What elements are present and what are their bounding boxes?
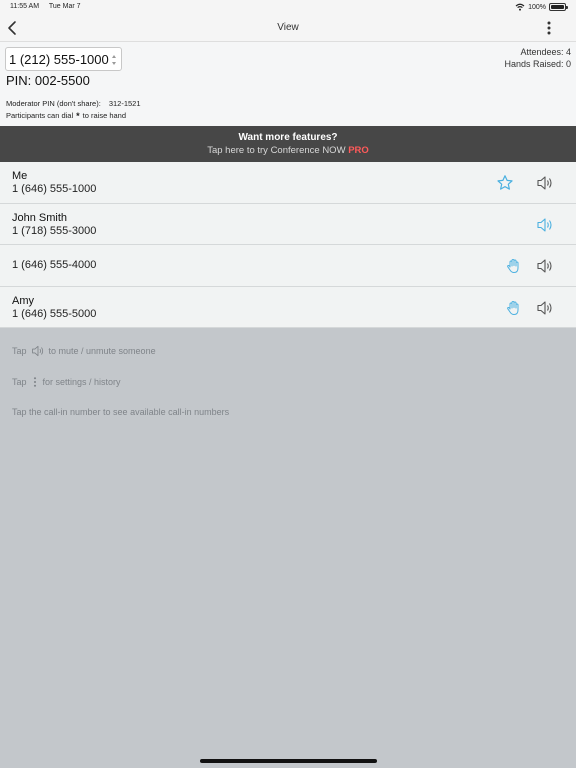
- banner-subtitle-line: Tap here to try Conference NOW PRO: [0, 145, 576, 156]
- dial-in-number: 1 (212) 555-1000: [9, 51, 109, 67]
- hint-mute-pre: Tap: [12, 346, 27, 356]
- hint-settings: Tap for settings / history: [12, 376, 121, 388]
- hint-settings-pre: Tap: [12, 377, 27, 387]
- hint-settings-post: for settings / history: [42, 377, 121, 387]
- more-vertical-icon[interactable]: [546, 20, 552, 36]
- hint-mute: Tap to mute / unmute someone: [12, 344, 156, 358]
- hands-raised-count: Hands Raised: 0: [504, 59, 571, 69]
- participant-phone: 1 (646) 555-1000: [12, 183, 97, 195]
- raise-hand-icon: [507, 259, 519, 273]
- star-icon[interactable]: [496, 174, 514, 192]
- hint-mute-post: to mute / unmute someone: [48, 346, 156, 356]
- status-time: 11:55 AM: [10, 3, 40, 10]
- participant-phone: 1 (646) 555-4000: [12, 259, 97, 271]
- hint-callin: Tap the call-in number to see available …: [12, 407, 229, 417]
- star-key: *: [76, 111, 80, 121]
- attendees-count: Attendees: 4: [520, 47, 571, 57]
- speaker-icon[interactable]: [536, 299, 554, 317]
- hint-callin-text: Tap the call-in number to see available …: [12, 407, 230, 417]
- raise-hand-icon: [507, 300, 519, 315]
- home-indicator: [200, 759, 377, 763]
- promo-banner[interactable]: Want more features? Tap here to try Conf…: [0, 126, 576, 162]
- participant-row[interactable]: Me 1 (646) 555-1000: [0, 162, 576, 204]
- participant-name: John Smith: [12, 211, 68, 224]
- nav-bar: View: [0, 14, 576, 42]
- battery-icon: [549, 3, 568, 11]
- wifi-icon: [515, 3, 525, 11]
- participant-row[interactable]: Amy 1 (646) 555-5000: [0, 286, 576, 328]
- raise-hand-pre: Participants can dial: [6, 111, 74, 120]
- raise-hand-post: to raise hand: [82, 111, 127, 120]
- status-bar: 11:55 AM Tue Mar 7 100%: [0, 0, 576, 14]
- conference-info: 1 (212) 555-1000 PIN: 002-5500 Attendees…: [0, 42, 576, 126]
- updown-arrows-icon: [112, 55, 116, 65]
- status-date: Tue Mar 7: [48, 3, 81, 10]
- attendee-summary: Attendees: 4 Hands Raised: 0: [504, 46, 571, 70]
- banner-title: Want more features?: [238, 132, 338, 143]
- speaker-icon[interactable]: [536, 257, 554, 275]
- speaker-icon[interactable]: [536, 216, 554, 234]
- conference-pin: PIN: 002-5500: [6, 73, 90, 88]
- participant-phone: 1 (646) 555-5000: [12, 307, 97, 320]
- moderator-pin-value: 312-1521: [108, 99, 141, 108]
- participant-name: Me: [12, 170, 28, 182]
- page-title: View: [277, 22, 299, 33]
- more-vertical-icon: [33, 377, 36, 387]
- speaker-icon: [31, 345, 43, 357]
- pro-label: PRO: [348, 145, 369, 156]
- moderator-pin-line: Moderator PIN (don't share): 312-1521: [6, 99, 141, 108]
- moderator-pin-label: Moderator PIN (don't share):: [6, 99, 101, 108]
- battery-percent: 100%: [528, 3, 546, 11]
- dial-in-select[interactable]: 1 (212) 555-1000: [5, 47, 122, 71]
- raise-hand-instruction: Participants can dial * to raise hand: [6, 111, 126, 121]
- participant-list: Me 1 (646) 555-1000 John Smith 1 (718) 5…: [0, 162, 576, 328]
- participant-phone: 1 (718) 555-3000: [12, 224, 97, 237]
- participant-row[interactable]: 1 (646) 555-4000: [0, 245, 576, 287]
- participant-name: Amy: [12, 294, 34, 307]
- participant-row[interactable]: John Smith 1 (718) 555-3000: [0, 203, 576, 245]
- banner-subtitle: Tap here to try Conference NOW: [207, 145, 346, 156]
- speaker-icon[interactable]: [536, 174, 554, 192]
